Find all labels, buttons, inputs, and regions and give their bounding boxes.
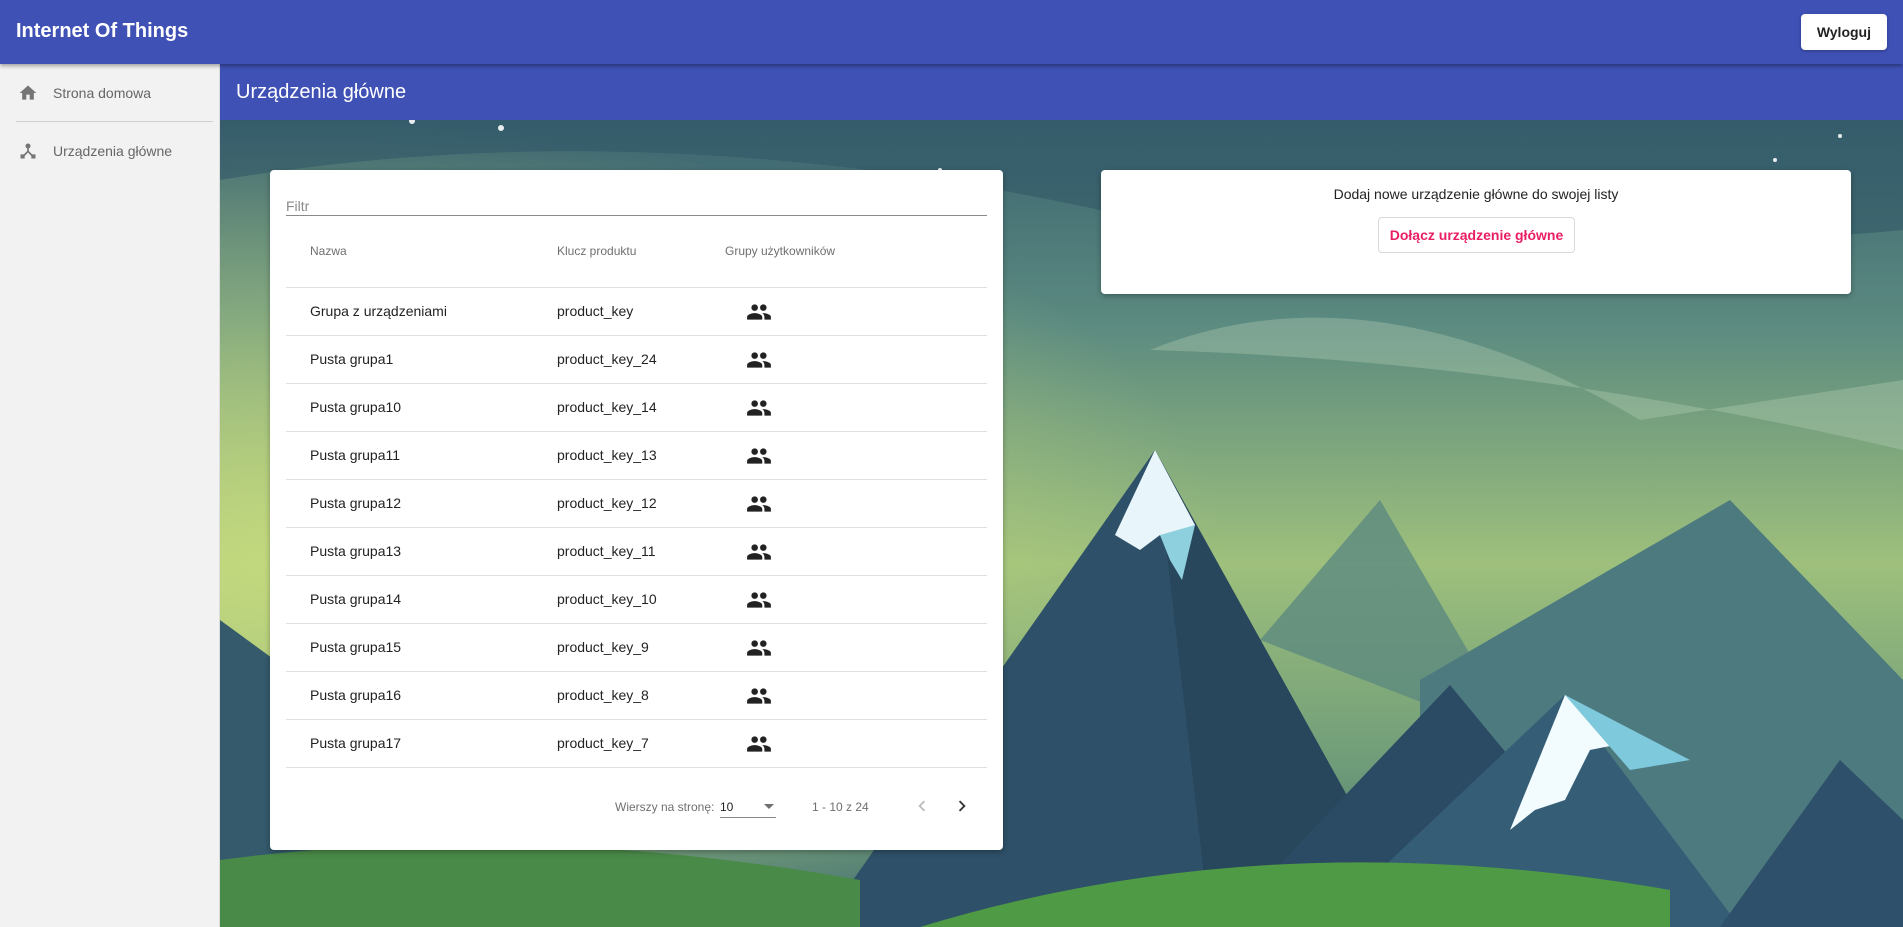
page-title: Urządzenia główne (236, 81, 407, 103)
sidebar-item-label: Urządzenia główne (53, 142, 173, 159)
row-name: Pusta grupa17 (310, 735, 402, 751)
previous-page-button[interactable] (906, 790, 938, 822)
table-row[interactable]: Pusta grupa13 product_key_11 (286, 528, 987, 576)
column-header-name[interactable]: Nazwa (310, 244, 347, 258)
table-row[interactable]: Grupa z urządzeniami product_key (286, 288, 987, 336)
table-row[interactable]: Pusta grupa16 product_key_8 (286, 672, 987, 720)
sidebar-item-home[interactable]: Strona domowa (0, 64, 219, 121)
group-icon[interactable] (746, 539, 772, 565)
row-name: Pusta grupa10 (310, 399, 402, 415)
main-content: Urządzenia główne Filtr Nazwa Klucz prod… (220, 64, 1903, 927)
row-product-key: product_key_10 (557, 591, 657, 607)
row-product-key: product_key_7 (557, 735, 649, 751)
sidebar-item-main-devices[interactable]: Urządzenia główne (0, 122, 219, 179)
add-main-device-card: Dodaj nowe urządzenie główne do swojej l… (1101, 170, 1851, 294)
logout-button[interactable]: Wyloguj (1800, 14, 1887, 50)
group-icon[interactable] (746, 683, 772, 709)
group-icon[interactable] (746, 635, 772, 661)
group-icon[interactable] (746, 347, 772, 373)
page-size-select[interactable]: 10 (720, 794, 776, 818)
join-main-device-button[interactable]: Dołącz urządzenie główne (1378, 217, 1575, 253)
row-name: Pusta grupa11 (310, 447, 401, 463)
device-hub-icon (18, 141, 38, 161)
app-title: Internet Of Things (16, 20, 189, 42)
page-size-value: 10 (720, 800, 734, 814)
table-header: Nazwa Klucz produktu Grupy użytkowników (286, 226, 987, 288)
column-header-user-groups[interactable]: Grupy użytkowników (725, 244, 835, 258)
paginator: Wierszy na stronę: 10 1 - 10 z 24 (286, 778, 987, 834)
page-range-label: 1 - 10 z 24 (812, 800, 869, 814)
table-row[interactable]: Pusta grupa10 product_key_14 (286, 384, 987, 432)
group-icon[interactable] (746, 395, 772, 421)
row-name: Grupa z urządzeniami (310, 303, 447, 319)
sidebar-item-label: Strona domowa (53, 84, 152, 101)
rows-per-page-label: Wierszy na stronę: (615, 800, 715, 814)
group-icon[interactable] (746, 731, 772, 757)
group-icon[interactable] (746, 491, 772, 517)
table-body: Grupa z urządzeniami product_key Pusta g… (286, 288, 987, 768)
top-app-bar: Internet Of Things Wyloguj (0, 0, 1903, 64)
home-icon (18, 83, 38, 103)
row-name: Pusta grupa14 (310, 591, 402, 607)
sidebar: Strona domowa Urządzenia główne (0, 64, 220, 927)
column-header-product-key[interactable]: Klucz produktu (557, 244, 636, 258)
row-product-key: product_key_11 (557, 543, 656, 559)
row-name: Pusta grupa15 (310, 639, 402, 655)
group-icon[interactable] (746, 587, 772, 613)
table-row[interactable]: Pusta grupa14 product_key_10 (286, 576, 987, 624)
row-name: Pusta grupa13 (310, 543, 402, 559)
group-icon[interactable] (746, 299, 772, 325)
row-product-key: product_key (557, 303, 634, 319)
table-row[interactable]: Pusta grupa15 product_key_9 (286, 624, 987, 672)
dropdown-caret-icon (764, 804, 774, 809)
row-name: Pusta grupa12 (310, 495, 402, 511)
table-row[interactable]: Pusta grupa1 product_key_24 (286, 336, 987, 384)
row-product-key: product_key_8 (557, 687, 649, 703)
row-product-key: product_key_9 (557, 639, 649, 655)
table-row[interactable]: Pusta grupa17 product_key_7 (286, 720, 987, 768)
table-row[interactable]: Pusta grupa12 product_key_12 (286, 480, 987, 528)
row-product-key: product_key_14 (557, 399, 657, 415)
main-devices-table-card: Nazwa Klucz produktu Grupy użytkowników … (270, 170, 1003, 850)
filter-input[interactable] (286, 196, 987, 216)
row-name: Pusta grupa16 (310, 687, 402, 703)
page-header: Urządzenia główne (220, 64, 1903, 120)
next-page-button[interactable] (946, 790, 978, 822)
chevron-left-icon (918, 800, 926, 812)
add-main-device-text: Dodaj nowe urządzenie główne do swojej l… (1333, 186, 1619, 202)
row-product-key: product_key_24 (557, 351, 657, 367)
table-row[interactable]: Pusta grupa11 product_key_13 (286, 432, 987, 480)
group-icon[interactable] (746, 443, 772, 469)
row-name: Pusta grupa1 (310, 351, 394, 367)
row-product-key: product_key_12 (557, 495, 657, 511)
chevron-right-icon (958, 800, 966, 812)
row-product-key: product_key_13 (557, 447, 657, 463)
